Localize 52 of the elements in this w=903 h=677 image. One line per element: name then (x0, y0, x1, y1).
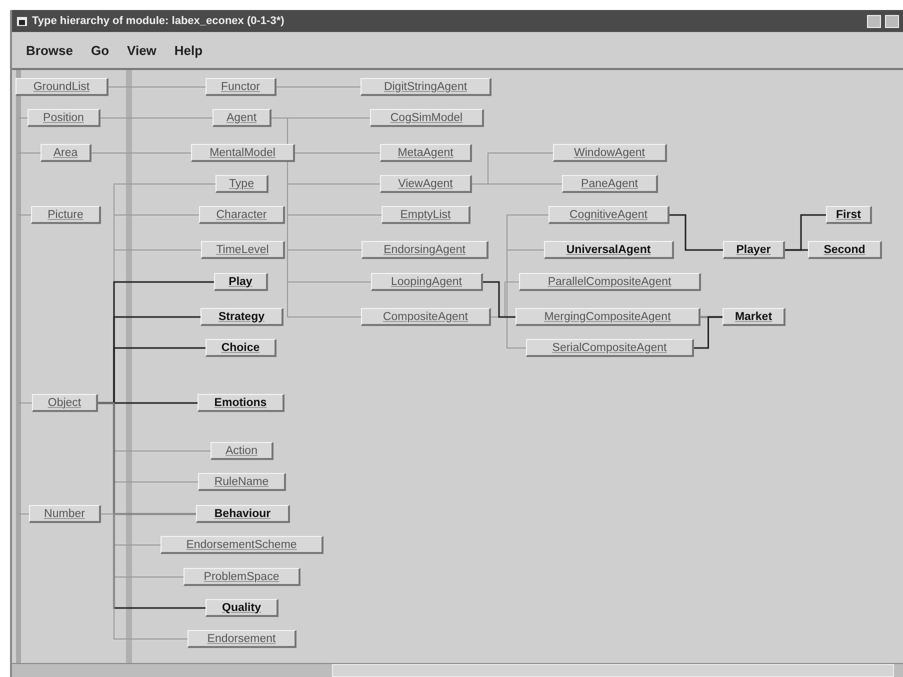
menu-item[interactable]: Go (90, 42, 110, 58)
type-node[interactable]: PaneAgent (562, 175, 658, 193)
menu-item[interactable]: Help (174, 42, 203, 58)
type-node[interactable]: Behaviour (196, 505, 290, 523)
type-node[interactable]: Choice (206, 339, 276, 357)
type-node[interactable]: ParallelCompositeAgent (519, 273, 701, 291)
type-node[interactable]: Picture (31, 206, 101, 224)
type-node[interactable]: EmptyList (382, 206, 470, 224)
type-node[interactable]: EndorsingAgent (362, 241, 488, 259)
type-node[interactable]: EndorsementScheme (160, 536, 324, 554)
type-node[interactable]: LoopingAgent (371, 273, 483, 291)
type-node[interactable]: CogSimModel (370, 109, 484, 127)
type-node[interactable]: Object (32, 394, 98, 412)
type-node[interactable]: CognitiveAgent (548, 206, 670, 224)
type-node[interactable]: Number (29, 505, 101, 523)
menu-item[interactable]: View (127, 42, 156, 58)
type-node[interactable]: Play (214, 273, 268, 291)
type-node[interactable]: Endorsement (188, 630, 296, 648)
menu-item[interactable]: Browse (26, 42, 73, 58)
type-node[interactable]: Quality (206, 599, 278, 617)
type-node[interactable]: RuleName (198, 473, 286, 491)
type-node[interactable]: ViewAgent (380, 175, 472, 193)
type-node[interactable]: Market (722, 308, 786, 326)
type-node[interactable]: ProblemSpace (184, 568, 300, 586)
type-node[interactable]: DigitStringAgent (360, 78, 492, 96)
type-node[interactable]: Area (40, 144, 92, 162)
type-node[interactable]: First (826, 206, 872, 224)
type-node[interactable]: Second (808, 241, 882, 259)
type-node[interactable]: Agent (212, 109, 272, 127)
type-node[interactable]: MergingCompositeAgent (516, 308, 700, 326)
minimize-button[interactable] (867, 14, 881, 28)
type-node[interactable]: Player (723, 241, 785, 259)
type-node[interactable]: MetaAgent (380, 144, 472, 162)
type-node[interactable]: CompositeAgent (361, 308, 491, 326)
type-node[interactable]: GroundList (16, 78, 108, 96)
type-node[interactable]: TimeLevel (201, 241, 285, 259)
type-node[interactable]: Functor (206, 78, 276, 96)
type-node[interactable]: Type (216, 175, 268, 193)
horizontal-scrollbar[interactable] (12, 663, 903, 677)
type-node[interactable]: MentalModel (191, 144, 295, 162)
scrollbar-thumb[interactable] (332, 664, 894, 677)
type-node[interactable]: Strategy (200, 308, 284, 326)
type-node[interactable]: Character (199, 206, 285, 224)
type-node[interactable]: WindowAgent (553, 144, 667, 162)
type-node[interactable]: UniversalAgent (544, 241, 674, 259)
type-node[interactable]: Position (28, 109, 100, 127)
type-node[interactable]: SerialCompositeAgent (526, 339, 694, 357)
type-node[interactable]: Action (210, 442, 274, 460)
app-icon (16, 15, 28, 27)
type-node[interactable]: Emotions (198, 394, 284, 412)
window-title: Type hierarchy of module: labex_econex (0-1-3*) (32, 15, 286, 27)
maximize-button[interactable] (885, 14, 899, 28)
